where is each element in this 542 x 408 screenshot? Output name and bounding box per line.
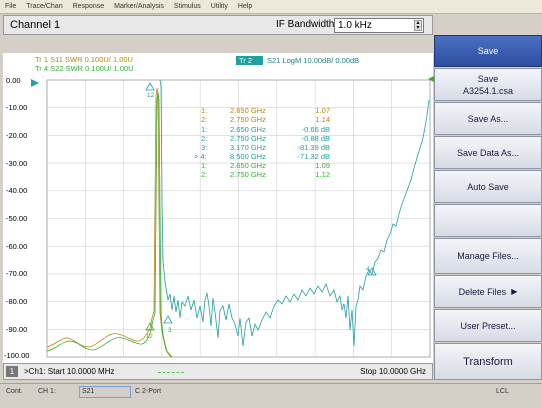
- menu-stimulus[interactable]: Stimulus: [169, 3, 206, 10]
- ifbw-input[interactable]: 1.0 kHz ▴ ▾: [334, 18, 424, 33]
- save-recall-file-button[interactable]: Save A3254.1.csa: [434, 68, 542, 101]
- menu-file[interactable]: File: [0, 3, 21, 10]
- start-frequency[interactable]: >Ch1: Start 10.0000 MHz: [24, 367, 115, 376]
- user-preset-button[interactable]: User Preset...: [434, 309, 542, 342]
- delete-files-label: Delete Files: [458, 286, 507, 297]
- y-tick-7: -70.00: [6, 269, 27, 278]
- ifbw-value: 1.0 kHz: [338, 20, 372, 31]
- auto-save-button[interactable]: Auto Save: [434, 170, 542, 203]
- status-param: S21: [82, 388, 95, 395]
- empty-softkey: [434, 204, 542, 237]
- marker-row-5-freq: 3.170 GHz: [230, 143, 266, 152]
- delete-files-button[interactable]: Delete Files ▶: [434, 275, 542, 308]
- user-preset-label: User Preset...: [460, 320, 516, 331]
- status-channel: CH 1:: [38, 388, 56, 395]
- save-file-name: A3254.1.csa: [462, 85, 514, 96]
- menu-help[interactable]: Help: [233, 3, 257, 10]
- stop-frequency[interactable]: Stop 10.0000 GHz: [360, 367, 426, 376]
- marker-row-3-val: -0.66 dB: [302, 125, 330, 134]
- y-tick-8: -80.00: [6, 297, 27, 306]
- save-file-label: Save: [477, 73, 499, 84]
- menu-trace-chan[interactable]: Trace/Chan: [21, 3, 67, 10]
- trace-2-badge-text: Tr 2: [239, 56, 252, 65]
- manage-files-label: Manage Files...: [457, 251, 519, 261]
- marker-row-6-val: -71.32 dB: [297, 152, 330, 161]
- menu-marker-analysis[interactable]: Marker/Analysis: [109, 3, 169, 10]
- channel-number[interactable]: 1: [6, 366, 18, 377]
- softkey-panel: Save Save A3254.1.csa Save As... Save Da…: [434, 35, 542, 380]
- marker-row-5-id: 3:: [201, 143, 207, 152]
- marker-row-7-id: 1:: [201, 161, 207, 170]
- save-button[interactable]: Save: [434, 35, 542, 67]
- status-lcl: LCL: [496, 388, 509, 395]
- marker-row-8-id: 2:: [201, 170, 207, 179]
- y-tick-4: -40.00: [6, 186, 27, 195]
- auto-save-label: Auto Save: [467, 181, 509, 192]
- trace-2-label[interactable]: S21 LogM 10.00dB/ 0.00dB: [267, 56, 359, 65]
- y-tick-5: -50.00: [6, 214, 27, 223]
- marker-row-1-id: 1:: [201, 106, 207, 115]
- marker-row-1-freq: 2.650 GHz: [230, 106, 266, 115]
- marker-4-tag: 4: [366, 266, 370, 273]
- y-tick-0: 0.00: [6, 76, 21, 85]
- marker-12-tag: 12: [147, 92, 155, 99]
- y-tick-6: -60.00: [6, 242, 27, 251]
- marker-row-2-val: 1.14: [315, 115, 330, 124]
- status-port: C 2-Port: [135, 388, 162, 395]
- menu-utility[interactable]: Utility: [206, 3, 233, 10]
- trace-4-label[interactable]: Tr 4 S22 SWR 0.100U/ 1.00U: [35, 64, 134, 73]
- marker-row-7-val: 1.09: [315, 161, 330, 170]
- marker-row-2-freq: 2.750 GHz: [230, 115, 266, 124]
- y-tick-1: -10.00: [6, 103, 27, 112]
- transform-label: Transform: [463, 355, 513, 368]
- marker-row-4-freq: 2.750 GHz: [230, 134, 266, 143]
- status-mode: Cont.: [6, 388, 23, 395]
- marker-row-6-id: > 4:: [194, 152, 207, 161]
- save-data-as-button[interactable]: Save Data As...: [434, 136, 542, 169]
- marker-row-4-id: 2:: [201, 134, 207, 143]
- save-data-as-label: Save Data As...: [456, 147, 520, 158]
- marker-row-5-val: -81.39 dB: [297, 143, 330, 152]
- marker-row-4-val: -0.88 dB: [302, 134, 330, 143]
- ifbw-label: IF Bandwidth: [276, 19, 335, 30]
- marker-row-8-freq: 2.750 GHz: [230, 170, 266, 179]
- marker-row-2-id: 2:: [201, 115, 207, 124]
- y-tick-9: -90.00: [6, 325, 27, 334]
- marker-left-tag: 12: [146, 334, 153, 340]
- marker-row-7-freq: 2.650 GHz: [230, 161, 266, 170]
- trace-legend-line: [158, 372, 184, 373]
- menu-bar: File Trace/Chan Response Marker/Analysis…: [0, 0, 542, 14]
- y-tick-3: -30.00: [6, 159, 27, 168]
- marker-row-8-val: 1.12: [315, 170, 330, 179]
- marker-row-6-freq: 8.500 GHz: [230, 152, 266, 161]
- save-button-label: Save: [477, 46, 499, 56]
- menu-response[interactable]: Response: [68, 3, 110, 10]
- sweep-bar: 1 >Ch1: Start 10.0000 MHz Stop 10.0000 G…: [3, 363, 433, 380]
- channel-title: Channel 1: [10, 19, 61, 31]
- chevron-right-icon: ▶: [511, 286, 518, 296]
- manage-files-button[interactable]: Manage Files...: [434, 238, 542, 274]
- save-as-button[interactable]: Save As...: [434, 102, 542, 135]
- save-as-label: Save As...: [467, 113, 509, 124]
- transform-button[interactable]: Transform: [434, 343, 542, 380]
- trace-1-label[interactable]: Tr 1 S11 SWR 0.100U/ 1.00U: [35, 55, 133, 64]
- status-bar: Cont. CH 1: S21 C 2-Port LCL: [0, 383, 542, 408]
- marker-row-3-freq: 2.650 GHz: [230, 125, 266, 134]
- y-tick-2: -20.00: [6, 131, 27, 140]
- trace-plot: Tr 1 S11 SWR 0.100U/ 1.00U Tr 4 S22 SWR …: [3, 53, 434, 363]
- marker-3-tag: 3: [168, 327, 172, 334]
- channel-header: Channel 1 IF Bandwidth 1.0 kHz ▴ ▾: [3, 15, 433, 35]
- y-tick-10: -100.00: [4, 351, 29, 360]
- ifbw-spinner[interactable]: ▴ ▾: [414, 20, 422, 31]
- marker-row-1-val: 1.07: [315, 106, 330, 115]
- marker-row-3-id: 1:: [201, 125, 207, 134]
